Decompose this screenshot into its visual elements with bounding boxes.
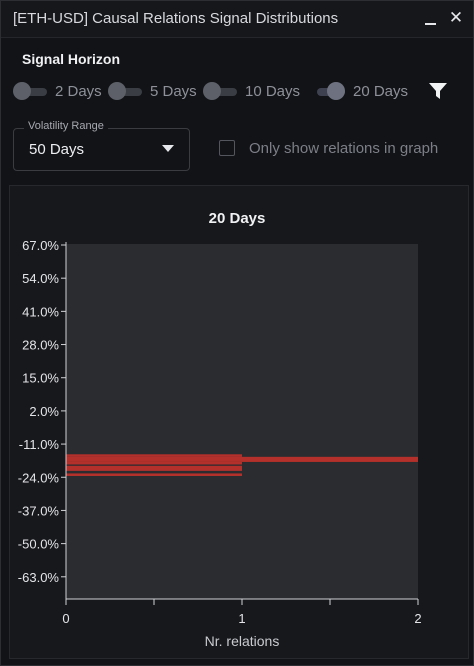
toggle-5-days[interactable]: 5 Days bbox=[108, 79, 197, 103]
x-tick-label: 1 bbox=[238, 611, 245, 626]
x-tick-label: 0 bbox=[62, 611, 69, 626]
signal-distributions-window: [ETH-USD] Causal Relations Signal Distri… bbox=[0, 0, 474, 666]
x-tick-label: 2 bbox=[414, 611, 421, 626]
y-tick-label: 15.0% bbox=[22, 371, 59, 386]
y-tick-label: -24.0% bbox=[18, 470, 60, 485]
y-tick-label: -11.0% bbox=[19, 437, 60, 452]
y-tick-label: 54.0% bbox=[22, 271, 59, 286]
y-tick-label: -37.0% bbox=[18, 503, 60, 518]
volatility-range-legend: Volatility Range bbox=[24, 120, 108, 132]
y-tick-label: -63.0% bbox=[18, 570, 60, 585]
window-title: [ETH-USD] Causal Relations Signal Distri… bbox=[13, 10, 339, 27]
toggle-switch[interactable] bbox=[311, 80, 345, 102]
chevron-down-icon bbox=[162, 145, 174, 152]
bar bbox=[66, 461, 242, 465]
minimize-button[interactable] bbox=[421, 7, 441, 29]
toggle-label: 5 Days bbox=[150, 82, 197, 100]
only-graph-relations-label: Only show relations in graph bbox=[249, 140, 439, 157]
minimize-icon bbox=[425, 23, 436, 25]
volatility-range-select[interactable]: Volatility Range 50 Days bbox=[13, 120, 190, 171]
filter-icon[interactable] bbox=[428, 81, 448, 101]
title-bar[interactable]: [ETH-USD] Causal Relations Signal Distri… bbox=[1, 1, 473, 38]
toggle-switch[interactable] bbox=[108, 80, 142, 102]
volatility-range-value: 50 Days bbox=[29, 141, 85, 158]
toggle-switch[interactable] bbox=[203, 80, 237, 102]
y-tick-label: 67.0% bbox=[22, 238, 59, 253]
y-tick-label: 41.0% bbox=[22, 304, 59, 319]
y-tick-label: -50.0% bbox=[18, 537, 60, 552]
bar bbox=[66, 465, 242, 471]
distribution-chart: 20 Days 67.0% 54.0% 41.0% 28.0% 15.0% 2.0% -11… bbox=[18, 210, 422, 649]
x-axis-label: Nr. relations bbox=[205, 633, 280, 649]
toggle-label: 20 Days bbox=[353, 82, 409, 100]
toggle-2-days[interactable]: 2 Days bbox=[13, 79, 102, 103]
plot-area bbox=[66, 244, 418, 599]
toggle-switch[interactable] bbox=[13, 80, 47, 102]
bar bbox=[66, 473, 242, 476]
bar bbox=[66, 456, 418, 462]
toggle-label: 2 Days bbox=[55, 82, 102, 100]
toggle-10-days[interactable]: 10 Days bbox=[203, 79, 300, 103]
bar bbox=[66, 454, 242, 457]
close-button[interactable]: ✕ bbox=[446, 7, 466, 29]
only-graph-relations-checkbox[interactable] bbox=[219, 140, 235, 156]
y-tick-label: 28.0% bbox=[22, 338, 59, 353]
signal-horizon-label: Signal Horizon bbox=[22, 51, 120, 67]
chart-title: 20 Days bbox=[209, 210, 266, 227]
toggle-20-days[interactable]: 20 Days bbox=[311, 79, 408, 103]
toggle-label: 10 Days bbox=[245, 82, 301, 100]
y-tick-label: 2.0% bbox=[29, 404, 59, 419]
chart-panel: 20 Days 67.0% 54.0% 41.0% 28.0% 15.0% 2.0% -11… bbox=[9, 185, 469, 659]
